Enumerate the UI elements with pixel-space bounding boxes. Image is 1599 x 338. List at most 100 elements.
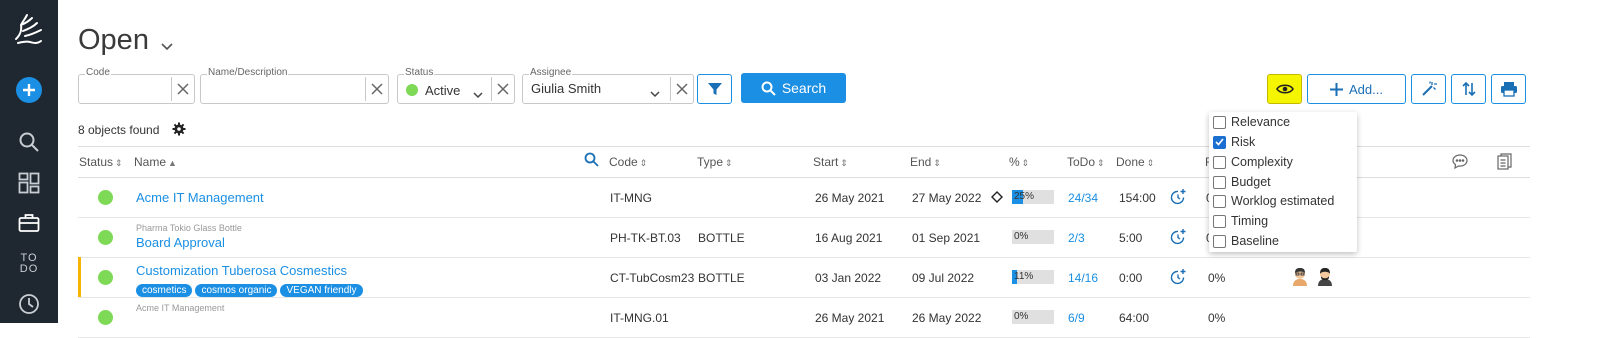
start-header-label: Start xyxy=(813,155,839,169)
menu-item-worklog-estimated[interactable]: Worklog estimated xyxy=(1213,192,1334,210)
checkbox[interactable] xyxy=(1213,115,1226,129)
tag[interactable]: VEGAN friendly xyxy=(280,284,363,297)
advanced-filter-button[interactable] xyxy=(697,74,732,104)
checkbox[interactable] xyxy=(1213,234,1226,248)
sort-ascending-icon: ▲ xyxy=(168,158,177,168)
column-header-type[interactable]: Type ⇕ xyxy=(697,155,733,169)
row-name-link[interactable]: Acme IT Management xyxy=(136,190,264,205)
progress-bar: 0% xyxy=(1012,310,1054,324)
percent-header-label: % xyxy=(1009,155,1020,169)
sort-icon: ⇕ xyxy=(933,158,941,168)
menu-item-budget[interactable]: Budget xyxy=(1213,173,1271,191)
add-button[interactable]: Add... xyxy=(1307,74,1406,104)
comments-icon[interactable] xyxy=(1452,154,1468,172)
user-avatar-icon[interactable] xyxy=(1316,266,1334,286)
checkbox[interactable] xyxy=(1213,194,1226,208)
status-field-value: Active xyxy=(425,83,461,98)
code-field[interactable]: Code xyxy=(78,67,195,104)
clear-name-icon[interactable] xyxy=(365,77,388,101)
column-search-icon[interactable] xyxy=(584,152,599,170)
row-todo-link[interactable]: 2/3 xyxy=(1068,231,1085,245)
page-title: Open xyxy=(78,24,149,56)
clear-code-icon[interactable] xyxy=(171,77,194,101)
tag[interactable]: cosmos organic xyxy=(195,284,278,297)
magic-wand-button[interactable] xyxy=(1411,74,1446,104)
menu-item-label: Worklog estimated xyxy=(1231,194,1335,208)
search-icon[interactable] xyxy=(0,130,58,154)
row-done: 154:00 xyxy=(1119,191,1156,205)
menu-item-complexity[interactable]: Complexity xyxy=(1213,153,1293,171)
progress-bar: 11% xyxy=(1012,270,1054,284)
status-active-dot xyxy=(406,84,418,96)
eye-icon xyxy=(1275,84,1294,94)
checkbox[interactable] xyxy=(1213,175,1226,189)
column-header-name[interactable]: Name ▲ xyxy=(134,155,177,169)
done-header-label: Done xyxy=(1116,155,1145,169)
checkbox-checked[interactable] xyxy=(1213,135,1226,149)
row-end: 09 Jul 2022 xyxy=(912,271,975,285)
checkbox[interactable] xyxy=(1213,155,1226,169)
type-header-label: Type xyxy=(697,155,724,169)
print-button[interactable] xyxy=(1491,74,1526,104)
name-description-field[interactable]: Name/Description xyxy=(200,67,389,104)
checkbox[interactable] xyxy=(1213,214,1226,228)
show-columns-button[interactable] xyxy=(1267,74,1302,104)
status-dot xyxy=(98,230,113,245)
row-todo-link[interactable]: 14/16 xyxy=(1068,271,1098,285)
code-field-label: Code xyxy=(85,67,111,78)
menu-item-timing[interactable]: Timing xyxy=(1213,212,1268,230)
search-icon xyxy=(761,81,776,96)
create-new-button[interactable] xyxy=(0,76,58,104)
row-done: 5:00 xyxy=(1119,231,1143,245)
chevron-down-icon[interactable] xyxy=(650,85,660,103)
column-header-start[interactable]: Start ⇕ xyxy=(813,155,848,169)
search-button[interactable]: Search xyxy=(741,73,846,103)
sort-button[interactable] xyxy=(1451,74,1486,104)
row-name-link[interactable]: Customization Tuberosa Cosmestics xyxy=(136,263,347,278)
assignee-select[interactable]: Assignee Giulia Smith xyxy=(522,67,694,104)
name-field-label: Name/Description xyxy=(207,67,289,78)
menu-item-label: Budget xyxy=(1231,175,1271,189)
menu-item-risk[interactable]: Risk xyxy=(1213,133,1255,151)
row-start: 26 May 2021 xyxy=(815,191,885,205)
add-worklog-icon[interactable] xyxy=(1170,268,1187,288)
table-row[interactable]: Customization Tuberosa Cosmestics cosmet… xyxy=(78,257,1530,298)
row-code: IT-MNG xyxy=(610,191,652,205)
row-name-link[interactable]: Board Approval xyxy=(136,235,225,250)
menu-item-baseline[interactable]: Baseline xyxy=(1213,232,1279,250)
documents-icon[interactable] xyxy=(1497,153,1512,173)
sort-icon: ⇕ xyxy=(725,158,733,168)
chevron-down-icon[interactable] xyxy=(473,86,483,104)
column-header-code[interactable]: Code ⇕ xyxy=(609,155,647,169)
clear-status-icon[interactable] xyxy=(491,77,514,101)
sort-icon: ⇕ xyxy=(639,158,648,168)
row-end: 01 Sep 2021 xyxy=(912,231,981,245)
view-chevron-down-icon[interactable] xyxy=(161,38,173,56)
status-field-label: Status xyxy=(404,67,435,78)
todo-nav-item[interactable]: TO DO xyxy=(0,251,58,277)
add-button-label: Add... xyxy=(1349,81,1383,97)
sort-icon: ⇕ xyxy=(840,158,848,168)
add-worklog-icon[interactable] xyxy=(1170,188,1187,208)
projects-icon[interactable] xyxy=(0,211,58,235)
status-select[interactable]: Status Active xyxy=(397,67,515,104)
tag[interactable]: cosmetics xyxy=(136,284,193,297)
column-header-status[interactable]: Status ⇕ xyxy=(79,155,123,169)
menu-item-label: Complexity xyxy=(1231,155,1293,169)
end-header-label: End xyxy=(910,155,932,169)
column-header-done[interactable]: Done ⇕ xyxy=(1116,155,1154,169)
menu-item-relevance[interactable]: Relevance xyxy=(1213,113,1290,131)
assignee-field-value: Giulia Smith xyxy=(531,81,602,96)
table-row[interactable]: Acme IT Management IT-MNG.01 26 May 2021… xyxy=(78,297,1530,338)
column-header-todo[interactable]: ToDo ⇕ xyxy=(1067,155,1105,169)
add-worklog-icon[interactable] xyxy=(1170,228,1187,248)
app-logo[interactable] xyxy=(0,8,58,52)
column-header-percent[interactable]: % ⇕ xyxy=(1009,155,1029,169)
clock-icon[interactable] xyxy=(0,292,58,316)
column-header-end[interactable]: End ⇕ xyxy=(910,155,941,169)
row-todo-link[interactable]: 24/34 xyxy=(1068,191,1098,205)
user-avatar-icon[interactable] xyxy=(1291,266,1309,286)
clear-assignee-icon[interactable] xyxy=(670,77,693,101)
dashboard-icon[interactable] xyxy=(0,171,58,195)
gear-icon[interactable] xyxy=(172,122,186,141)
